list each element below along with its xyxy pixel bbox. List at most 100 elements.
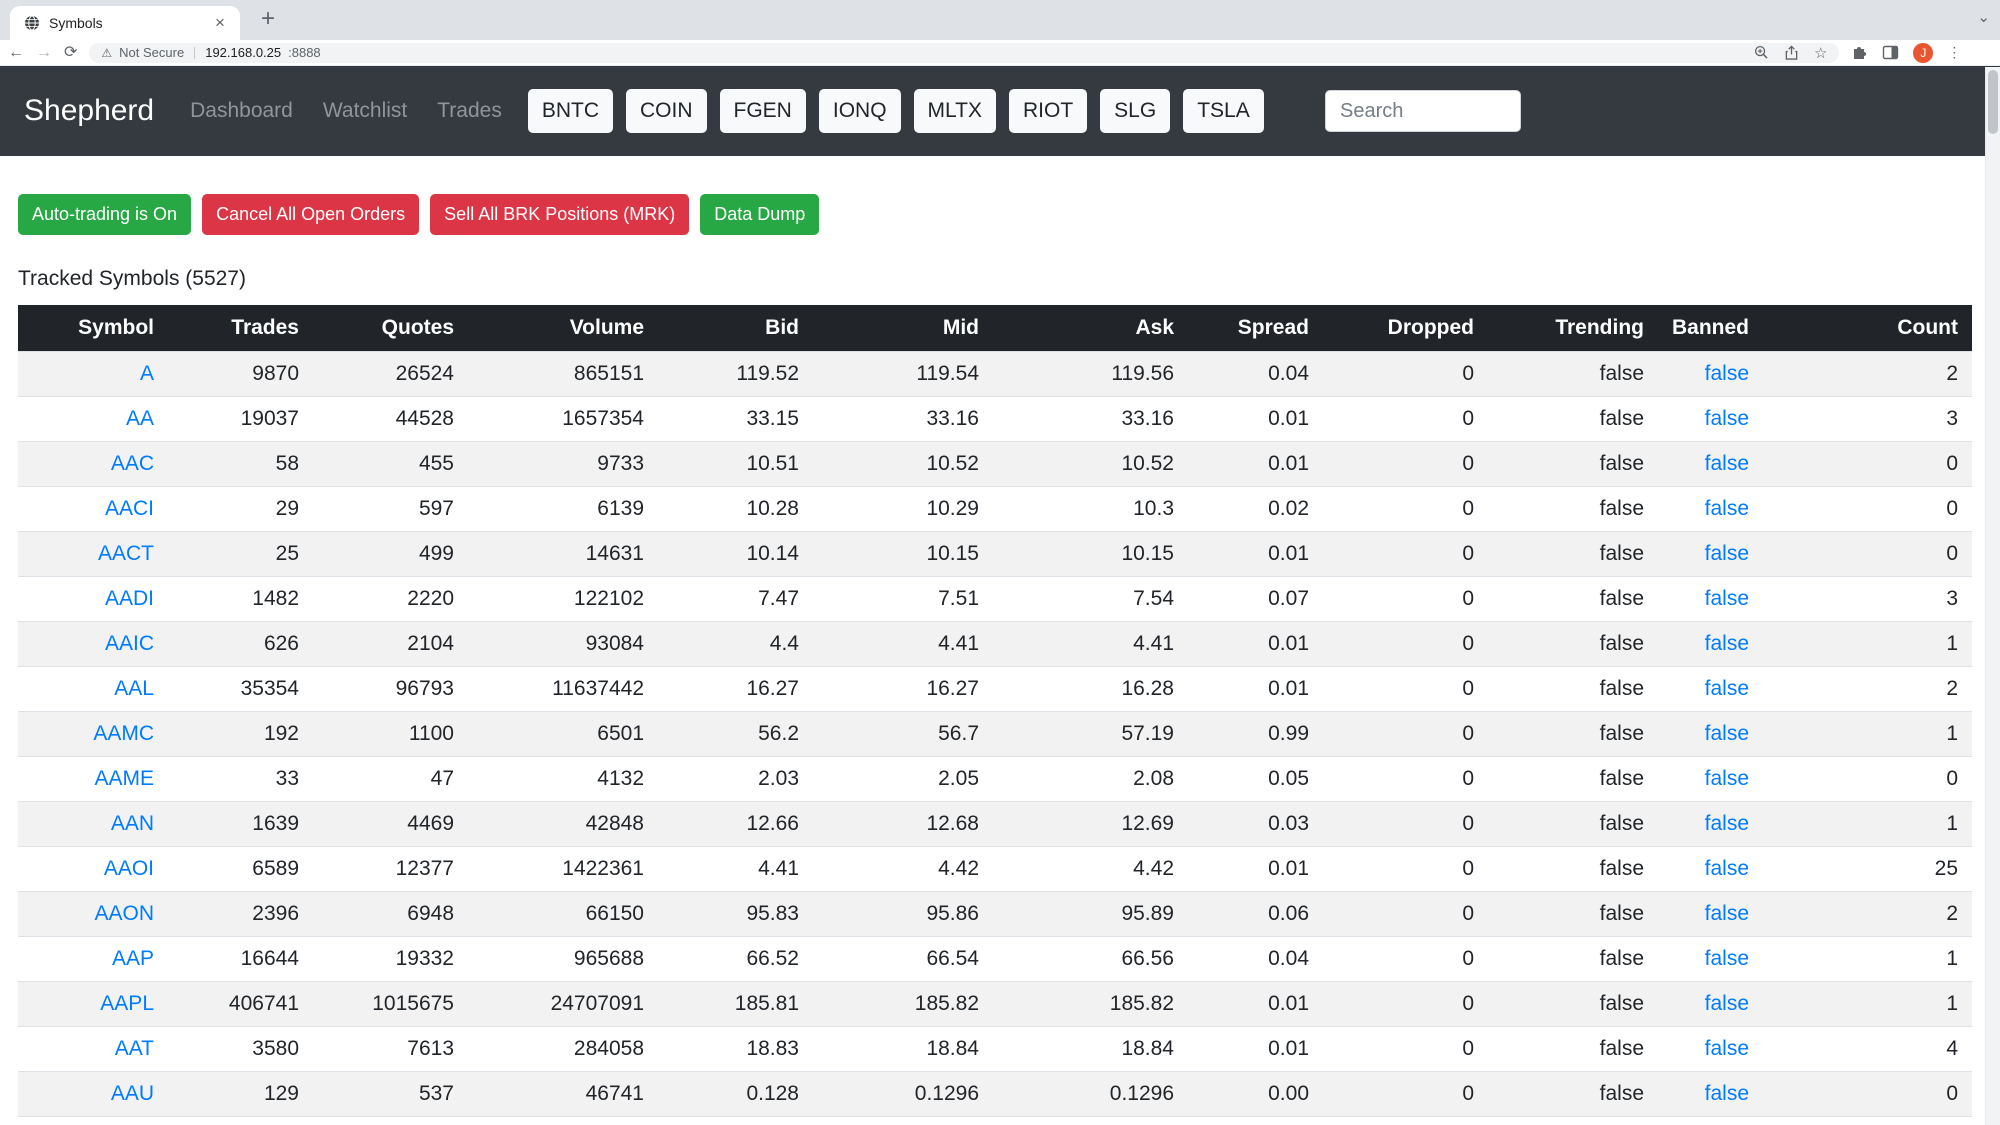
cell-volume: 122102 bbox=[468, 576, 658, 622]
address-bar[interactable]: ⚠ Not Secure 192.168.0.25 :8888 ☆ bbox=[89, 42, 1840, 63]
table-row: AACI 29 597 6139 10.28 10.29 10.3 0.02 0 false fal… bbox=[18, 486, 1972, 532]
cell-bid: 33.15 bbox=[658, 396, 813, 442]
page-scrollbar[interactable] bbox=[1985, 67, 2000, 1125]
banned-link[interactable]: false bbox=[1705, 632, 1749, 655]
nav-link-trades[interactable]: Trades bbox=[437, 99, 502, 123]
action-button-data-dump[interactable]: Data Dump bbox=[700, 194, 820, 235]
symbol-link[interactable]: AAL bbox=[114, 677, 154, 700]
nav-link-dashboard[interactable]: Dashboard bbox=[190, 99, 293, 123]
cell-volume: 42848 bbox=[468, 801, 658, 847]
action-button-auto-trading-is-on[interactable]: Auto-trading is On bbox=[18, 194, 192, 235]
cell-trending: false bbox=[1488, 351, 1658, 397]
symbol-link[interactable]: AAC bbox=[111, 452, 154, 475]
url-port: :8888 bbox=[288, 45, 321, 60]
banned-link[interactable]: false bbox=[1705, 452, 1749, 475]
search-input[interactable] bbox=[1325, 90, 1521, 132]
banned-link[interactable]: false bbox=[1705, 407, 1749, 430]
cell-ask: 119.56 bbox=[993, 351, 1188, 397]
banned-link[interactable]: false bbox=[1705, 767, 1749, 790]
cell-count: 0 bbox=[1763, 531, 1972, 577]
scrollbar-thumb[interactable] bbox=[1988, 70, 1998, 134]
nav-link-watchlist[interactable]: Watchlist bbox=[323, 99, 407, 123]
reload-icon[interactable]: ⟳ bbox=[64, 44, 77, 61]
bookmark-star-icon[interactable]: ☆ bbox=[1814, 44, 1827, 62]
action-button-sell-all-brk-positions-mrk-[interactable]: Sell All BRK Positions (MRK) bbox=[430, 194, 690, 235]
action-button-cancel-all-open-orders[interactable]: Cancel All Open Orders bbox=[202, 194, 420, 235]
extensions-puzzle-icon[interactable] bbox=[1851, 44, 1868, 61]
chevron-down-icon[interactable]: ⌄ bbox=[1977, 8, 1990, 26]
banned-link[interactable]: false bbox=[1705, 542, 1749, 565]
cell-trades: 192 bbox=[168, 711, 313, 757]
banned-link[interactable]: false bbox=[1705, 1037, 1749, 1060]
cell-spread: 0.06 bbox=[1188, 891, 1323, 937]
banned-link[interactable]: false bbox=[1705, 902, 1749, 925]
symbol-link[interactable]: AAME bbox=[94, 767, 154, 790]
new-tab-button[interactable]: + bbox=[254, 5, 282, 33]
browser-tab-strip: Symbols × + ⌄ bbox=[0, 0, 2000, 40]
column-header-symbol: Symbol bbox=[18, 305, 168, 352]
banned-link[interactable]: false bbox=[1705, 722, 1749, 745]
forward-icon[interactable]: → bbox=[36, 44, 52, 61]
symbol-button-tsla[interactable]: TSLA bbox=[1183, 89, 1264, 133]
brand-shepherd[interactable]: Shepherd bbox=[24, 94, 154, 128]
banned-link[interactable]: false bbox=[1705, 992, 1749, 1015]
share-icon[interactable] bbox=[1784, 45, 1799, 60]
banned-link[interactable]: false bbox=[1705, 677, 1749, 700]
symbol-link[interactable]: AAMC bbox=[93, 722, 154, 745]
back-icon[interactable]: ← bbox=[8, 44, 24, 61]
cell-quotes: 7613 bbox=[313, 1026, 468, 1072]
browser-menu-icon[interactable]: ⋮ bbox=[1947, 44, 1961, 61]
symbol-link[interactable]: AAT bbox=[115, 1037, 154, 1060]
banned-link[interactable]: false bbox=[1705, 857, 1749, 880]
close-tab-icon[interactable]: × bbox=[210, 13, 230, 33]
symbol-link[interactable]: AACI bbox=[105, 497, 154, 520]
banned-link[interactable]: false bbox=[1705, 812, 1749, 835]
cell-ask: 2.08 bbox=[993, 756, 1188, 802]
cell-banned: false bbox=[1658, 486, 1763, 532]
symbol-link[interactable]: AAU bbox=[111, 1082, 154, 1105]
table-row: AB99979449417120.1120.1420.180.070falsef… bbox=[18, 1116, 1972, 1125]
symbol-link[interactable]: AAOI bbox=[104, 857, 154, 880]
cell-symbol: AAT bbox=[18, 1026, 168, 1072]
symbol-button-mltx[interactable]: MLTX bbox=[913, 89, 996, 133]
side-panel-icon[interactable] bbox=[1882, 44, 1899, 61]
symbol-link[interactable]: AAP bbox=[112, 947, 154, 970]
symbol-link[interactable]: AACT bbox=[98, 542, 154, 565]
symbol-button-bntc[interactable]: BNTC bbox=[527, 89, 614, 133]
banned-link[interactable]: false bbox=[1705, 587, 1749, 610]
zoom-icon[interactable] bbox=[1754, 45, 1769, 60]
symbol-button-ionq[interactable]: IONQ bbox=[818, 89, 901, 133]
cell-symbol: AAON bbox=[18, 891, 168, 937]
symbol-link[interactable]: AAIC bbox=[105, 632, 154, 655]
symbol-link[interactable]: AAN bbox=[111, 812, 154, 835]
symbol-link[interactable]: AADI bbox=[105, 587, 154, 610]
security-label[interactable]: Not Secure bbox=[119, 45, 184, 60]
cell-dropped: 0 bbox=[1323, 666, 1488, 712]
banned-link[interactable]: false bbox=[1705, 497, 1749, 520]
symbol-link[interactable]: AA bbox=[126, 407, 154, 430]
browser-tab[interactable]: Symbols × bbox=[10, 6, 240, 40]
not-secure-warning-icon: ⚠ bbox=[101, 45, 113, 60]
cell-ask: 185.82 bbox=[993, 981, 1188, 1027]
symbol-button-slg[interactable]: SLG bbox=[1100, 89, 1171, 133]
profile-avatar[interactable]: J bbox=[1913, 42, 1934, 63]
cell-symbol: AAU bbox=[18, 1071, 168, 1117]
cell-mid: 66.54 bbox=[813, 936, 993, 982]
cell-trending: false bbox=[1488, 711, 1658, 757]
banned-link[interactable]: false bbox=[1705, 362, 1749, 385]
symbol-link[interactable]: AAPL bbox=[100, 992, 154, 1015]
banned-link[interactable]: false bbox=[1705, 947, 1749, 970]
symbol-link[interactable]: AAON bbox=[94, 902, 154, 925]
symbol-button-riot[interactable]: RIOT bbox=[1008, 89, 1088, 133]
cell-trending: false bbox=[1488, 441, 1658, 487]
symbol-link[interactable]: A bbox=[140, 362, 154, 385]
cell-mid: 10.29 bbox=[813, 486, 993, 532]
table-row: AAON 2396 6948 66150 95.83 95.86 95.89 0.06 0 fal… bbox=[18, 891, 1972, 937]
cell-count: 0 bbox=[1763, 1116, 1972, 1125]
symbol-button-coin[interactable]: COIN bbox=[626, 89, 707, 133]
cell-banned: false bbox=[1658, 981, 1763, 1027]
table-header-row: Symbol Trades Quotes Volume Bid Mid Ask Spread D… bbox=[18, 305, 1972, 352]
cell-ask: 66.56 bbox=[993, 936, 1188, 982]
symbol-button-fgen[interactable]: FGEN bbox=[719, 89, 806, 133]
banned-link[interactable]: false bbox=[1705, 1082, 1749, 1105]
